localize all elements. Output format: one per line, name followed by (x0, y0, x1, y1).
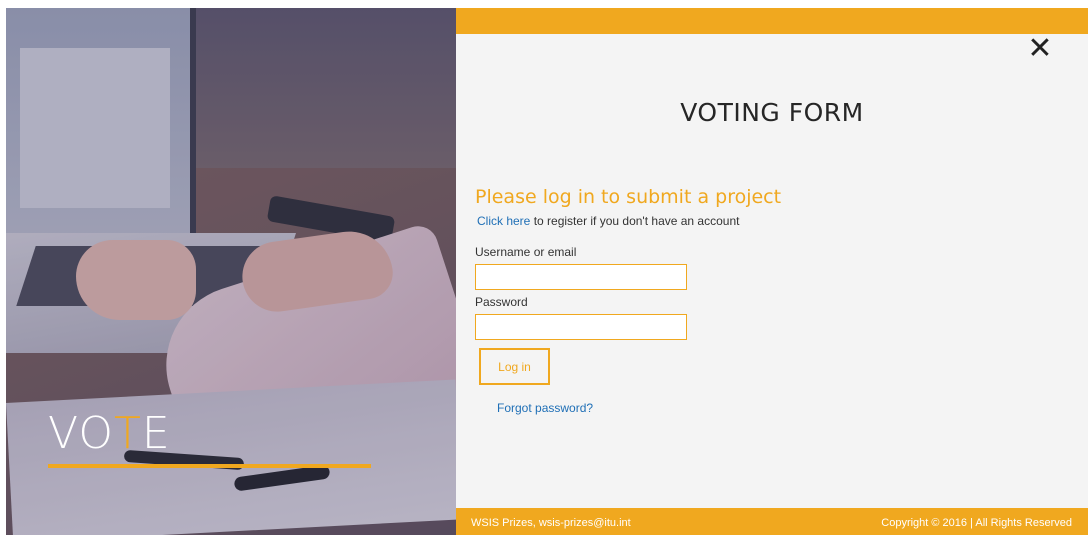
password-label: Password (475, 295, 528, 309)
close-icon[interactable]: ✕ (1024, 34, 1056, 66)
modal-top-bar (456, 8, 1088, 34)
footer-contact: WSIS Prizes, wsis-prizes@itu.int (471, 517, 631, 529)
register-link[interactable]: Click here (477, 214, 530, 228)
forgot-password-link[interactable]: Forgot password? (497, 401, 593, 415)
hero-underline (48, 464, 371, 468)
footer-copyright: Copyright © 2016 | All Rights Reserved (881, 517, 1072, 529)
hero-title: VOTE (48, 408, 171, 459)
voting-form-modal: ✕ VOTING FORM Please log in to submit a … (456, 8, 1088, 535)
username-label: Username or email (475, 245, 577, 259)
register-text: to register if you don't have an account (533, 214, 740, 228)
form-title: VOTING FORM (680, 98, 864, 127)
hero-photo-panel: VOTE (6, 8, 456, 535)
password-field[interactable] (475, 314, 687, 340)
register-line: Click here to register if you don't have… (477, 214, 739, 228)
login-subheading: Please log in to submit a project (475, 186, 782, 208)
login-button[interactable]: Log in (479, 348, 550, 385)
hero-title-accent: T (113, 408, 142, 459)
footer-bar: WSIS Prizes, wsis-prizes@itu.int Copyrig… (456, 508, 1088, 535)
username-field[interactable] (475, 264, 687, 290)
